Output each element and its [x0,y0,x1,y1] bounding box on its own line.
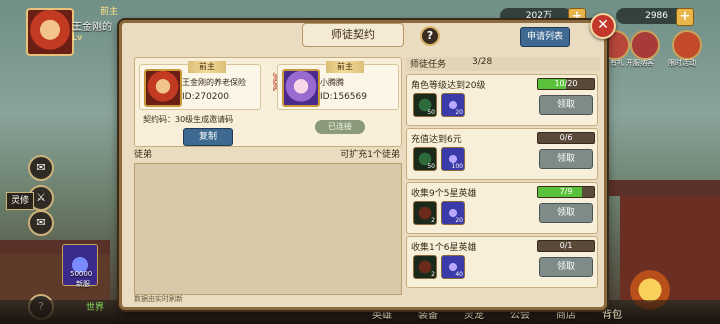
claim-button[interactable]: 领取 [539,257,593,277]
task-progress-bar: 0/6 [537,132,595,144]
gem-icon[interactable]: 40 [441,255,465,279]
reward-count: 2 [431,271,435,278]
disciple-id: ID:156569 [320,92,367,102]
disciples-footer: 数据由实时刷新 [134,295,183,303]
task-row: 角色等级达到20级 10/20 50 20 领取 [406,74,598,126]
reward-count: 20 [455,109,463,116]
task-title: 收集1个6星英雄 [411,243,477,253]
player-level: Lv [72,33,83,43]
contract-code-label: 契约码：30级生成邀请码 [143,115,234,124]
task-progress-bar: 10/20 [537,78,595,90]
close-button[interactable]: ✕ [590,13,616,39]
cultivate-button[interactable]: 灵修 [6,192,34,210]
disciple-role-tag: 前主 [326,61,364,73]
disciples-capacity: 可扩充1个徒弟 [340,150,400,160]
claim-button[interactable]: 领取 [539,95,593,115]
event-portal-sublabel: 新服 [76,280,90,288]
reward-count: 50 [427,163,435,170]
task-title: 充值达到6元 [411,135,462,145]
server-opening-label: 开服纳客 [626,59,654,67]
gem-icon[interactable]: 100 [441,147,465,171]
event-portal-value: 50000 [70,270,93,278]
player-rank: 前主 [100,7,119,17]
disciple-card[interactable]: 前主 小腾腾 ID:156569 [277,61,399,110]
reward-count: 100 [451,163,463,170]
master-role-tag: 前主 [188,61,226,73]
reward-count: 20 [455,217,463,224]
disciples-list[interactable] [134,163,402,295]
reward-count: 2 [431,217,435,224]
disciples-header: 徒弟 可扩充1个徒弟 [134,147,400,161]
disciple-name: 小腾腾 [320,78,344,87]
staff-icon[interactable]: 2 [413,201,437,225]
task-progress-bar: 7/9 [537,186,595,198]
gem-icon[interactable]: 20 [441,93,465,117]
task-progress-text: 0/1 [559,241,573,250]
task-row: 收集9个5星英雄 7/9 2 20 领取 [406,182,598,234]
server-opening-icon[interactable] [630,30,660,60]
tasks-header: 师徒任务 3/28 [406,57,600,71]
apply-list-button[interactable]: 申请列表 [520,27,570,47]
disciple-portrait [282,69,320,107]
jade-icon[interactable]: 50 [413,93,437,117]
jade-icon[interactable]: 50 [413,147,437,171]
copy-button[interactable]: 复制 [183,128,233,146]
master-name: 王金刚的养老保险 [182,78,246,87]
tasks-label: 师徒任务 [410,60,447,70]
reward-count: 50 [427,109,435,116]
mentor-contract-dialog: 师徒契约 ? 申请列表 前主 王金刚的养老保险 ID:270200 ⛓ 前主 小… [119,20,607,310]
chat-icon[interactable]: ✉ [28,210,54,236]
reward-count: 40 [455,271,463,278]
task-title: 收集9个5星英雄 [411,189,477,199]
gem-value: 2986 [645,11,668,21]
dialog-title: 师徒契约 [302,23,404,47]
task-row: 充值达到6元 0/6 50 100 领取 [406,128,598,180]
player-avatar[interactable] [26,8,74,56]
master-card[interactable]: 前主 王金刚的养老保险 ID:270200 [139,61,261,110]
claim-button[interactable]: 领取 [539,149,593,169]
task-row: 收集1个6星英雄 0/1 2 40 领取 [406,236,598,288]
task-title: 角色等级达到20级 [411,81,486,91]
building-roof-right [608,180,720,196]
task-progress-bar: 0/1 [537,240,595,252]
add-gem-button[interactable]: + [676,8,694,26]
help-button[interactable]: ? [420,26,440,46]
tasks-count: 3/28 [472,57,493,67]
contract-panel: 前主 王金刚的养老保险 ID:270200 ⛓ 前主 小腾腾 ID:156569… [134,57,402,147]
task-progress-text: 7/9 [559,187,573,196]
task-progress-text: 10/20 [554,79,578,88]
limited-event-icon[interactable] [672,30,702,60]
task-progress-text: 0/6 [559,133,573,142]
master-portrait [144,69,182,107]
connected-badge: 已连接 [315,120,365,134]
disciples-label: 徒弟 [134,150,153,160]
world-chat-tab[interactable]: 世界 [86,300,104,313]
limited-event-label: 限时活动 [668,59,696,67]
mail-icon[interactable]: ✉ [28,155,54,181]
claim-button[interactable]: 领取 [539,203,593,223]
player-name: 王金刚的 [72,22,112,33]
gem-icon[interactable]: 20 [441,201,465,225]
master-id: ID:270200 [182,92,229,102]
staff-icon[interactable]: 2 [413,255,437,279]
